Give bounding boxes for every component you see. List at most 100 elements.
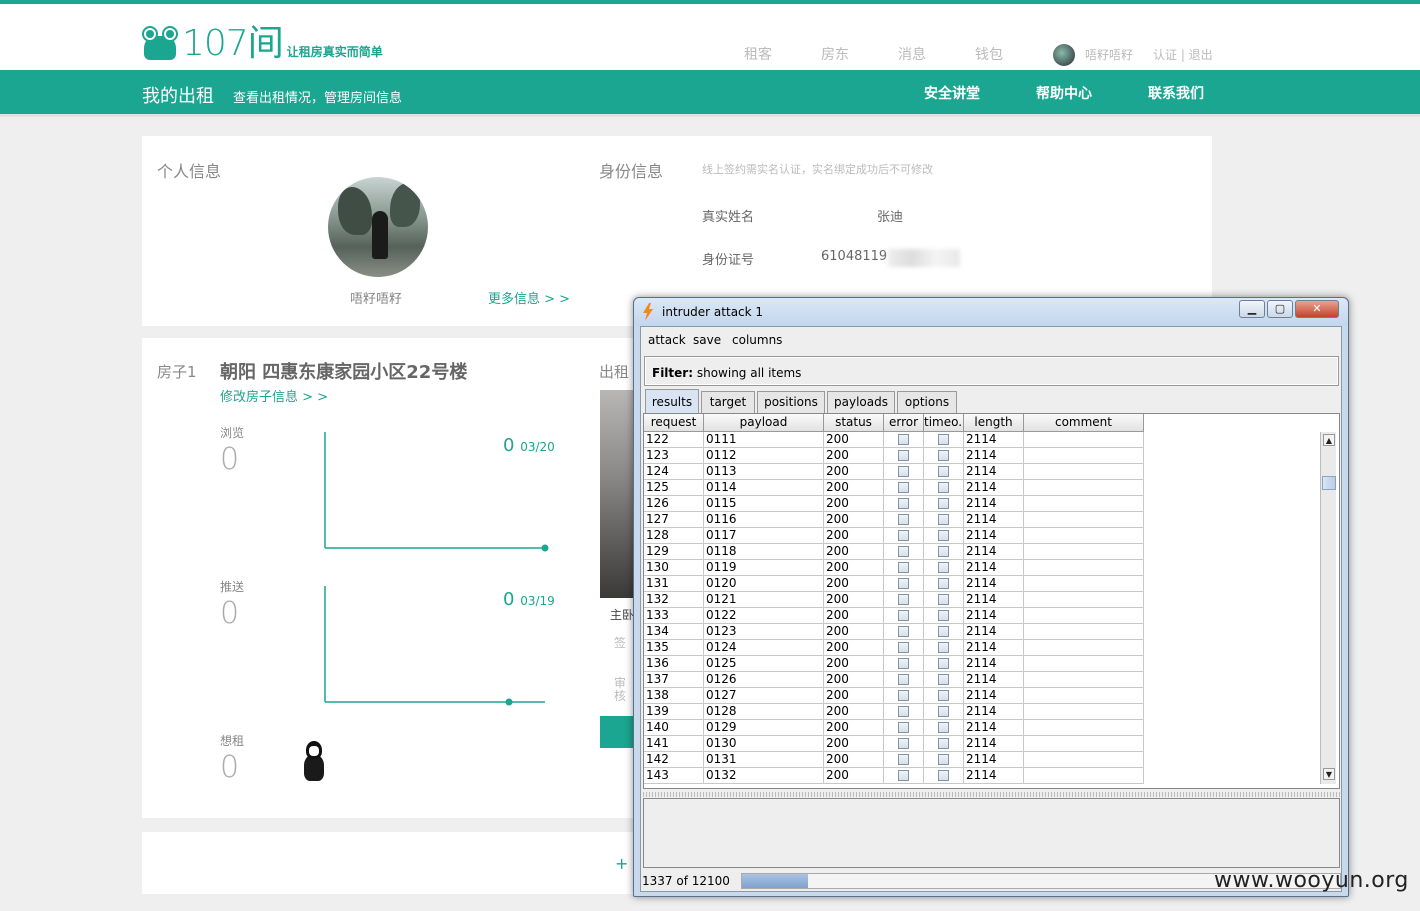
real-name-label: 真实姓名 <box>702 210 755 225</box>
table-row[interactable]: 122 0111 200 2114 <box>644 432 1144 448</box>
profile-avatar[interactable] <box>328 177 428 277</box>
nav-landlord[interactable]: 房东 <box>821 44 849 64</box>
table-row[interactable]: 126 0115 200 2114 <box>644 496 1144 512</box>
cell-payload: 0131 <box>704 752 824 768</box>
site-logo[interactable]: 107间 让租房真实而简单 <box>142 22 383 62</box>
pane-splitter[interactable] <box>643 792 1340 797</box>
nav-tenant[interactable]: 租客 <box>744 44 772 64</box>
lightning-icon <box>643 303 653 321</box>
table-row[interactable]: 131 0120 200 2114 <box>644 576 1144 592</box>
cell-payload: 0114 <box>704 480 824 496</box>
cell-timeout <box>924 752 964 768</box>
checkbox-icon <box>898 754 909 765</box>
progress-count: 1337 of 12100 <box>642 874 730 888</box>
table-row[interactable]: 134 0123 200 2114 <box>644 624 1144 640</box>
cell-request: 141 <box>644 736 704 752</box>
scroll-thumb[interactable] <box>1322 476 1336 490</box>
checkbox-icon <box>898 434 909 445</box>
table-row[interactable]: 137 0126 200 2114 <box>644 672 1144 688</box>
nav-wallet[interactable]: 钱包 <box>975 44 1003 64</box>
cell-timeout <box>924 720 964 736</box>
menu-attack[interactable]: attack <box>648 333 686 347</box>
close-button[interactable]: ✕ <box>1295 300 1339 318</box>
table-row[interactable]: 135 0124 200 2114 <box>644 640 1144 656</box>
scroll-down-icon[interactable]: ▼ <box>1323 768 1335 780</box>
link-safety-lecture[interactable]: 安全讲堂 <box>924 83 980 103</box>
link-contact-us[interactable]: 联系我们 <box>1148 83 1204 103</box>
table-row[interactable]: 124 0113 200 2114 <box>644 464 1144 480</box>
stat-push-value: 0 <box>220 596 240 631</box>
edit-house-link[interactable]: 修改房子信息 > > <box>220 386 328 405</box>
cell-payload: 0117 <box>704 528 824 544</box>
id-number-value: 61048119 <box>821 249 888 264</box>
nav-username[interactable]: 唔籽唔籽 <box>1085 46 1133 63</box>
cell-length: 2114 <box>964 688 1024 704</box>
col-comment[interactable]: comment <box>1024 414 1144 432</box>
table-row[interactable]: 136 0125 200 2114 <box>644 656 1144 672</box>
tab-options[interactable]: options <box>897 391 957 413</box>
table-row[interactable]: 125 0114 200 2114 <box>644 480 1144 496</box>
cell-length: 2114 <box>964 560 1024 576</box>
tab-results[interactable]: results <box>645 389 699 413</box>
table-row[interactable]: 130 0119 200 2114 <box>644 560 1144 576</box>
menu-save[interactable]: save <box>693 333 721 347</box>
views-chart-label: 0 03/20 <box>503 435 555 456</box>
cell-payload: 0130 <box>704 736 824 752</box>
table-row[interactable]: 127 0116 200 2114 <box>644 512 1144 528</box>
stat-want-label: 想租 <box>220 734 245 748</box>
col-length[interactable]: length <box>964 414 1024 432</box>
table-row[interactable]: 140 0129 200 2114 <box>644 720 1144 736</box>
cell-payload: 0132 <box>704 768 824 784</box>
col-payload[interactable]: payload <box>704 414 824 432</box>
tab-target[interactable]: target <box>701 391 755 413</box>
filter-label: Filter: <box>652 366 694 380</box>
cell-status: 200 <box>824 528 884 544</box>
table-row[interactable]: 128 0117 200 2114 <box>644 528 1144 544</box>
real-name-value: 张迪 <box>877 210 904 225</box>
user-avatar[interactable] <box>1053 44 1075 66</box>
table-row[interactable]: 133 0122 200 2114 <box>644 608 1144 624</box>
table-row[interactable]: 141 0130 200 2114 <box>644 736 1144 752</box>
nav-auth-links[interactable]: 认证 | 退出 <box>1153 46 1213 63</box>
add-house-plus-icon[interactable]: + <box>615 854 628 873</box>
menu-bar: attack save columns <box>641 327 1341 353</box>
window-title-bar[interactable]: intruder attack 1 ▁ ▢ ✕ <box>634 298 1348 326</box>
filter-text: Filter: showing all items <box>652 366 801 380</box>
menu-columns[interactable]: columns <box>732 333 782 347</box>
tab-payloads[interactable]: payloads <box>827 391 895 413</box>
checkbox-icon <box>938 466 949 477</box>
cell-status: 200 <box>824 448 884 464</box>
results-scrollbar[interactable]: ▲ ▼ <box>1320 432 1336 784</box>
cell-comment <box>1024 448 1144 464</box>
table-row[interactable]: 132 0121 200 2114 <box>644 592 1144 608</box>
col-status[interactable]: status <box>824 414 884 432</box>
table-row[interactable]: 142 0131 200 2114 <box>644 752 1144 768</box>
scroll-up-icon[interactable]: ▲ <box>1323 434 1335 446</box>
table-row[interactable]: 139 0128 200 2114 <box>644 704 1144 720</box>
maximize-button[interactable]: ▢ <box>1267 300 1293 318</box>
nav-messages[interactable]: 消息 <box>898 44 926 64</box>
cell-length: 2114 <box>964 736 1024 752</box>
cell-error <box>884 448 924 464</box>
table-row[interactable]: 143 0132 200 2114 <box>644 768 1144 784</box>
col-request[interactable]: request <box>644 414 704 432</box>
table-row[interactable]: 123 0112 200 2114 <box>644 448 1144 464</box>
checkbox-icon <box>898 578 909 589</box>
col-timeout[interactable]: timeo... <box>924 414 964 432</box>
table-row[interactable]: 138 0127 200 2114 <box>644 688 1144 704</box>
checkbox-icon <box>898 610 909 621</box>
cell-timeout <box>924 672 964 688</box>
checkbox-icon <box>898 546 909 557</box>
cell-payload: 0122 <box>704 608 824 624</box>
table-row[interactable]: 129 0118 200 2114 <box>644 544 1144 560</box>
cell-status: 200 <box>824 544 884 560</box>
tab-positions[interactable]: positions <box>757 391 825 413</box>
more-info-link[interactable]: 更多信息 > > <box>488 288 570 307</box>
link-help-center[interactable]: 帮助中心 <box>1036 83 1092 103</box>
filter-bar[interactable]: Filter: showing all items <box>644 356 1339 386</box>
minimize-button[interactable]: ▁ <box>1239 300 1265 318</box>
room-name: 主卧 <box>610 608 635 622</box>
cell-error <box>884 640 924 656</box>
col-error[interactable]: error <box>884 414 924 432</box>
cell-timeout <box>924 576 964 592</box>
